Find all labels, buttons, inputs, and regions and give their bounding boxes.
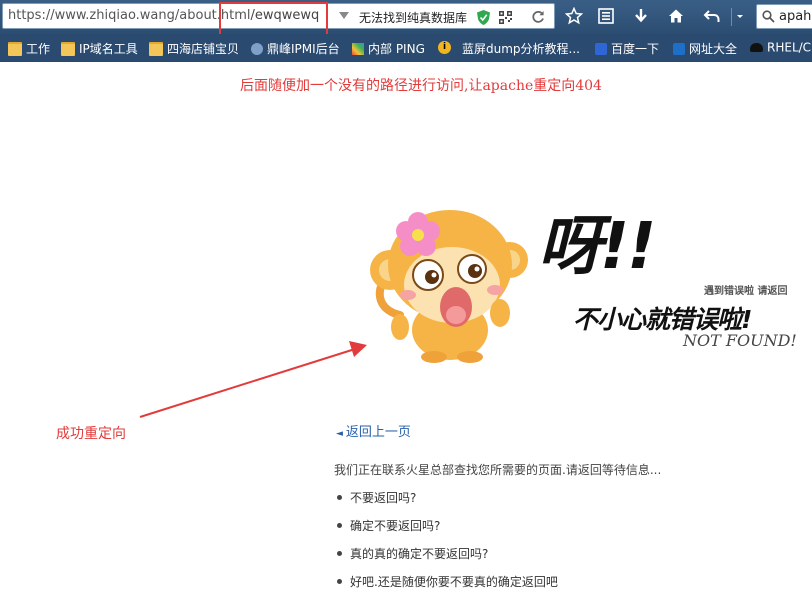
- bullet-icon: [337, 523, 342, 528]
- bookmark-label: 网址大全: [689, 42, 738, 56]
- list-item-text: 好吧.还是随便你要不要真的确定返回吧: [350, 575, 558, 589]
- url-base: https://www.zhiqiao.wang/about.html: [8, 8, 251, 23]
- list-item-text: 不要返回吗?: [350, 491, 417, 505]
- bookmarks-bar: 工作 IP域名工具 四海店铺宝贝 鼎峰IPMI后台 内部 PING i 蓝屏du…: [0, 34, 812, 62]
- error-title-big: 呀!!: [538, 210, 656, 284]
- list-item: 真的真的确定不要返回吗?: [337, 545, 488, 562]
- list-item: 不要返回吗?: [337, 489, 416, 506]
- back-link-label: 返回上一页: [345, 425, 411, 440]
- home-icon[interactable]: [667, 7, 685, 25]
- bookmark-folder-shop[interactable]: 四海店铺宝贝: [149, 40, 239, 58]
- bookmark-bsod-tutorial[interactable]: 蓝屏dump分析教程...: [462, 40, 580, 58]
- bookmark-baidu[interactable]: 百度一下: [595, 40, 659, 58]
- reading-list-icon[interactable]: [597, 7, 615, 25]
- chevron-down-icon[interactable]: [735, 7, 745, 25]
- bookmark-folder-ip-tools[interactable]: IP域名工具: [61, 40, 138, 58]
- search-input[interactable]: apah: [756, 4, 812, 29]
- search-query: apah: [779, 9, 812, 24]
- shield-icon[interactable]: [477, 10, 490, 25]
- list-item: 好吧.还是随便你要不要真的确定返回吧: [337, 573, 558, 590]
- folder-icon: [149, 41, 163, 56]
- bookmark-url-directory[interactable]: 网址大全: [673, 40, 737, 58]
- bookmark-rhel[interactable]: RHEL/C: [750, 40, 811, 58]
- bookmark-label: 鼎峰IPMI后台: [267, 42, 340, 56]
- baidu-icon: [595, 42, 607, 55]
- list-item-text: 确定不要返回吗?: [350, 519, 441, 533]
- bookmark-label: IP域名工具: [79, 42, 138, 56]
- list-item: 确定不要返回吗?: [337, 517, 440, 534]
- page-message: 我们正在联系火星总部查找您所需要的页面.请返回等待信息...: [334, 463, 662, 477]
- annotation-top: 后面随便加一个没有的路径进行访问,让apache重定向404: [240, 78, 602, 94]
- url-text[interactable]: https://www.zhiqiao.wang/about.html/ewqw…: [8, 8, 319, 23]
- bullet-icon: [337, 495, 342, 500]
- not-found-illustration: 呀!! 遇到错误啦 请返回 不小心就错误啦! NOT FOUND!: [360, 195, 810, 365]
- toolbar-divider: [731, 8, 732, 26]
- list-item-text: 真的真的确定不要返回吗?: [350, 547, 489, 561]
- hat-icon: [750, 43, 763, 52]
- bookmark-folder-work[interactable]: 工作: [8, 40, 50, 58]
- folder-icon: [61, 41, 75, 56]
- error-hint-small: 遇到错误啦 请返回: [704, 286, 788, 297]
- bookmark-label: 四海店铺宝贝: [167, 42, 240, 56]
- bookmark-star-icon[interactable]: [565, 7, 583, 25]
- annotation-arrow: [139, 341, 367, 418]
- bookmark-label: RHEL/C: [767, 40, 812, 55]
- triangle-left-icon: ◄: [336, 429, 343, 439]
- refresh-icon[interactable]: [531, 10, 545, 24]
- dropdown-arrow-icon[interactable]: [339, 12, 349, 19]
- navigation-toolbar: https://www.zhiqiao.wang/about.html/ewqw…: [0, 0, 812, 46]
- globe-icon: [251, 42, 263, 55]
- browser-window: https://www.zhiqiao.wang/about.html/ewqw…: [0, 0, 812, 609]
- bullet-icon: [337, 551, 342, 556]
- bookmark-label: 百度一下: [611, 42, 660, 56]
- folder-icon: [8, 41, 22, 56]
- monkey-mascot-icon: [370, 210, 528, 363]
- annotation-left: 成功重定向: [56, 426, 126, 442]
- bookmark-label: 工作: [26, 42, 51, 56]
- bookmark-label: 蓝屏dump分析教程...: [462, 42, 580, 56]
- url-extra-path: /ewqwewq: [250, 8, 320, 23]
- ip-location-notice: 无法找到纯真数据库: [359, 11, 468, 25]
- address-bar[interactable]: https://www.zhiqiao.wang/about.html/ewqw…: [2, 3, 555, 29]
- back-link[interactable]: ◄ 返回上一页: [336, 421, 411, 440]
- error-title-english: NOT FOUND!: [683, 331, 797, 350]
- bookmark-label: 内部 PING: [368, 42, 425, 56]
- search-icon: [762, 10, 775, 23]
- bookmark-info[interactable]: i: [438, 40, 455, 58]
- outlook-icon: [673, 42, 685, 55]
- bookmark-ipmi[interactable]: 鼎峰IPMI后台: [251, 40, 340, 58]
- bullet-icon: [337, 579, 342, 584]
- app-icon: [352, 42, 364, 55]
- download-icon[interactable]: [632, 7, 650, 25]
- bookmark-ping[interactable]: 内部 PING: [352, 40, 425, 58]
- qr-code-icon[interactable]: [499, 11, 512, 24]
- info-icon: i: [438, 41, 451, 54]
- undo-icon[interactable]: [703, 7, 721, 25]
